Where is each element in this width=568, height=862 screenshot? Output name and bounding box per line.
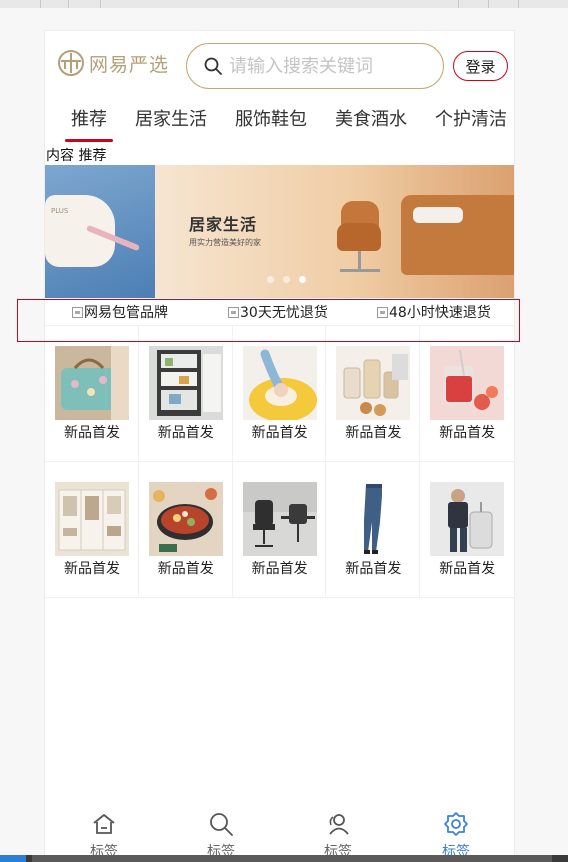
banner-chair-base [340,269,380,272]
tabbar-item-user[interactable]: 标签 [308,811,368,861]
banner-carousel[interactable]: PLUS 居家生活 用实力营造美好的家 [45,165,514,298]
tab-recommend[interactable]: 推荐 [65,105,113,142]
tab-home-living[interactable]: 居家生活 [135,105,207,131]
dough-photo-thumbnail [242,346,317,420]
category-tabs: 推荐 居家生活 服饰鞋包 美食酒水 个护清洁 [45,95,514,145]
carousel-dot-active[interactable] [299,276,306,283]
carousel-dot[interactable] [283,276,290,283]
cell-label: 新品首发 [439,561,496,577]
drink-photo-thumbnail [430,346,505,420]
header: 网易严选 登录 [45,31,514,95]
highlight-frame [17,299,520,342]
browser-top-strip [0,0,568,8]
suitcase-photo-thumbnail [430,482,505,556]
grid-cell[interactable]: 新品首发 [233,326,327,461]
banner-bag-text: PLUS [51,207,69,215]
home-icon [93,814,115,834]
grid-cell[interactable]: 新品首发 [420,462,514,597]
grid-row: 新品首发 新品首发 新品首发 新品首发 新品首发 [45,326,514,462]
logo[interactable]: 网易严选 [57,48,169,78]
taskbar-strip [32,855,552,862]
fridge-photo-thumbnail [148,346,223,420]
bottom-tabbar: 标签 标签 标签 标签 [45,803,514,861]
jeans-photo-thumbnail [336,482,411,556]
section-label: 内容 推荐 [46,148,107,164]
grid-cell[interactable]: 新品首发 [139,462,233,597]
grid-cell[interactable]: 新品首发 [326,326,421,461]
grid-cell[interactable]: 新品首发 [45,326,139,461]
search-input[interactable] [229,55,429,77]
tabbar-item-home[interactable]: 标签 [74,811,134,861]
logo-text: 网易严选 [89,53,170,76]
cell-label: 新品首发 [157,425,214,441]
product-grid: 新品首发 新品首发 新品首发 新品首发 新品首发 新品首发 新品首发 新品首发 … [45,326,514,598]
banner-pillow [413,207,463,223]
user-icon [329,814,349,835]
mobile-page: 网易严选 登录 推荐 居家生活 服饰鞋包 美食酒水 个护清洁 内容 推荐 PLU… [44,30,515,862]
grid-cell[interactable]: 新品首发 [420,326,514,461]
banner-chair-leg [358,251,361,271]
tab-food-drink[interactable]: 美食酒水 [335,105,407,131]
carousel-dot[interactable] [267,276,274,283]
login-button[interactable]: 登录 [453,51,508,81]
cell-label: 新品首发 [64,425,120,441]
os-taskbar [0,855,568,862]
cell-label: 新品首发 [345,425,402,441]
tabbar-item-settings[interactable]: 标签 [426,811,486,861]
cell-label: 新品首发 [157,561,214,577]
tab-apparel[interactable]: 服饰鞋包 [235,105,307,131]
cell-label: 新品首发 [64,561,120,577]
cell-label: 新品首发 [251,425,308,441]
search-icon [204,57,222,75]
bag-photo-thumbnail [55,346,129,420]
office-chair-photo-thumbnail [242,482,317,556]
start-button[interactable] [0,855,26,862]
cell-label: 新品首发 [439,425,496,441]
search-box[interactable] [186,43,444,89]
tab-personal-care[interactable]: 个护清洁 [435,105,507,131]
cell-label: 新品首发 [345,561,402,577]
grid-cell[interactable]: 新品首发 [326,462,421,597]
logo-mark-icon [58,50,84,76]
hotpot-photo-thumbnail [148,482,223,556]
banner-subtitle: 用实力营造美好的家 [189,238,261,247]
cell-label: 新品首发 [251,561,308,577]
grid-cell[interactable]: 新品首发 [139,326,233,461]
wardrobe-photo-thumbnail [55,482,129,556]
grid-row: 新品首发 新品首发 新品首发 新品首发 新品首发 [45,462,514,598]
settings-icon [444,812,468,836]
jars-photo-thumbnail [336,346,411,420]
search-icon [210,813,233,836]
tabbar-item-search[interactable]: 标签 [191,811,251,861]
grid-cell[interactable]: 新品首发 [45,462,139,597]
banner-chair-seat [337,223,381,251]
banner-title: 居家生活 [189,215,258,234]
grid-cell[interactable]: 新品首发 [233,462,327,597]
